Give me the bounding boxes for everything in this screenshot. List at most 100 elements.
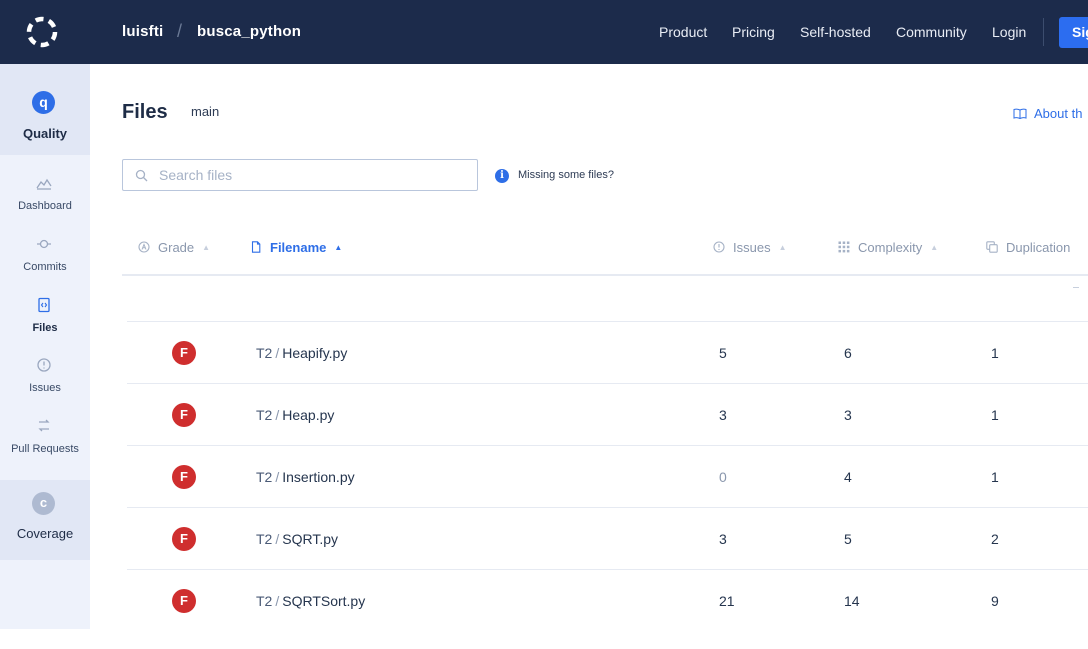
search-field[interactable]	[122, 159, 478, 191]
search-input[interactable]	[159, 165, 459, 185]
file-directory: T2	[256, 593, 273, 609]
signup-button[interactable]: Sign	[1059, 17, 1088, 48]
quality-icon: q	[32, 91, 55, 114]
file-directory: T2	[256, 407, 273, 423]
sidebar-item-label: Issues	[29, 382, 61, 394]
book-icon	[1013, 108, 1027, 119]
nav-divider	[1043, 18, 1044, 46]
nav-pricing-link[interactable]: Pricing	[732, 24, 775, 40]
nav-self-hosted-link[interactable]: Self-hosted	[800, 24, 871, 40]
nav-login-link[interactable]: Login	[992, 24, 1026, 40]
file-icon	[251, 241, 261, 253]
issues-icon	[37, 358, 51, 372]
sidebar-item-commits[interactable]: Commits	[0, 236, 90, 292]
issues-count: 3	[719, 531, 727, 547]
table-row[interactable]: F T2/Insertion.py 0 4 1	[127, 446, 1088, 508]
column-header-label: Complexity	[858, 240, 923, 255]
sidebar-item-label: Dashboard	[18, 200, 72, 212]
nav-community-link[interactable]: Community	[896, 24, 967, 40]
file-directory: T2	[256, 345, 273, 361]
breadcrumb-repository[interactable]: busca_python	[197, 23, 301, 40]
file-name: Insertion.py	[282, 469, 355, 485]
path-separator: /	[275, 345, 280, 361]
breadcrumb-owner[interactable]: luisfti	[122, 23, 163, 40]
coverage-icon: c	[32, 492, 55, 515]
table-header-divider	[122, 274, 1088, 276]
duplication-value: 1	[991, 469, 999, 485]
duplication-value: 1	[991, 407, 999, 423]
column-header-filename[interactable]: Filename ▲	[250, 240, 342, 255]
sidebar-item-issues[interactable]: Issues	[0, 357, 90, 413]
file-directory: T2	[256, 531, 273, 547]
path-separator: /	[275, 593, 280, 609]
sort-ascending-icon: ▲	[334, 243, 343, 252]
column-header-grade[interactable]: Grade ▲	[138, 240, 210, 255]
column-header-duplication[interactable]: Duplication	[986, 240, 1070, 255]
complexity-value: 3	[844, 407, 852, 423]
missing-files-link[interactable]: Missing some files?	[518, 169, 614, 181]
path-separator: /	[275, 531, 280, 547]
grade-icon	[138, 241, 150, 253]
duplication-value: 1	[991, 345, 999, 361]
column-header-complexity[interactable]: Complexity ▲	[838, 240, 938, 255]
page-title: Files	[122, 101, 168, 123]
sort-arrow-icon: ▲	[778, 243, 787, 252]
issues-count: 21	[719, 593, 735, 609]
grade-badge: F	[172, 589, 196, 613]
sort-arrow-icon: ▲	[202, 243, 211, 252]
sidebar-quality-label: Quality	[22, 126, 68, 141]
sidebar-item-pull-requests[interactable]: Pull Requests	[0, 418, 90, 474]
complexity-icon	[838, 241, 850, 253]
sort-arrow-icon: ▲	[930, 243, 939, 252]
codacy-logo-icon[interactable]	[24, 14, 60, 50]
top-navigation-bar: luisfti / busca_python Product Pricing S…	[0, 0, 1088, 64]
table-row[interactable]: F T2/Heap.py 3 3 1	[127, 384, 1088, 446]
file-name: Heap.py	[282, 407, 335, 423]
table-row[interactable]: F T2/Heapify.py 5 6 1	[127, 322, 1088, 384]
file-path-link[interactable]: T2/SQRT.py	[256, 531, 338, 547]
breadcrumb-separator: /	[177, 21, 183, 41]
grade-badge: F	[172, 527, 196, 551]
about-link-label: About th	[1034, 106, 1083, 121]
issues-count: 5	[719, 345, 727, 361]
sidebar-item-files[interactable]: Files	[0, 297, 90, 353]
table-row[interactable]: F T2/SQRTSort.py 21 14 9	[127, 570, 1088, 632]
file-path-link[interactable]: T2/Insertion.py	[256, 469, 355, 485]
column-header-issues[interactable]: Issues ▲	[713, 240, 787, 255]
sidebar-item-label: Pull Requests	[11, 443, 79, 455]
file-name: SQRT.py	[282, 531, 338, 547]
sidebar-coverage-label: Coverage	[16, 526, 74, 541]
path-separator: /	[275, 407, 280, 423]
duplication-value: 2	[991, 531, 999, 547]
file-path-link[interactable]: T2/SQRTSort.py	[256, 593, 365, 609]
dashboard-icon	[36, 178, 52, 190]
sidebar-item-label: Commits	[23, 261, 67, 273]
table-row[interactable]: F T2/SQRT.py 3 5 2	[127, 508, 1088, 570]
sidebar-quality-section[interactable]: q Quality	[0, 64, 90, 155]
nav-product-link[interactable]: Product	[659, 24, 707, 40]
grade-badge: F	[172, 465, 196, 489]
column-header-label: Filename	[270, 240, 327, 255]
file-path-link[interactable]: T2/Heapify.py	[256, 345, 347, 361]
sidebar-item-dashboard[interactable]: Dashboard	[0, 175, 90, 231]
file-name: SQRTSort.py	[282, 593, 366, 609]
about-link[interactable]: About th	[1013, 106, 1082, 121]
branch-selector[interactable]: main	[191, 104, 219, 119]
issues-count: 0	[719, 469, 727, 485]
sidebar-item-label: Files	[32, 322, 58, 334]
pull-requests-icon	[38, 419, 50, 432]
complexity-value: 5	[844, 531, 852, 547]
files-icon	[38, 297, 50, 313]
complexity-value: 14	[844, 593, 860, 609]
sidebar-coverage-section[interactable]: c Coverage	[0, 480, 90, 560]
issues-count: 3	[719, 407, 727, 423]
grade-badge: F	[172, 341, 196, 365]
duplication-value: 9	[991, 593, 999, 609]
column-header-label: Duplication	[1006, 240, 1071, 255]
scroll-hint-dash	[1073, 287, 1079, 288]
duplication-icon	[986, 241, 998, 253]
sidebar-bottom-spacer	[0, 629, 90, 649]
file-path-link[interactable]: T2/Heap.py	[256, 407, 334, 423]
grade-badge: F	[172, 403, 196, 427]
file-directory: T2	[256, 469, 273, 485]
